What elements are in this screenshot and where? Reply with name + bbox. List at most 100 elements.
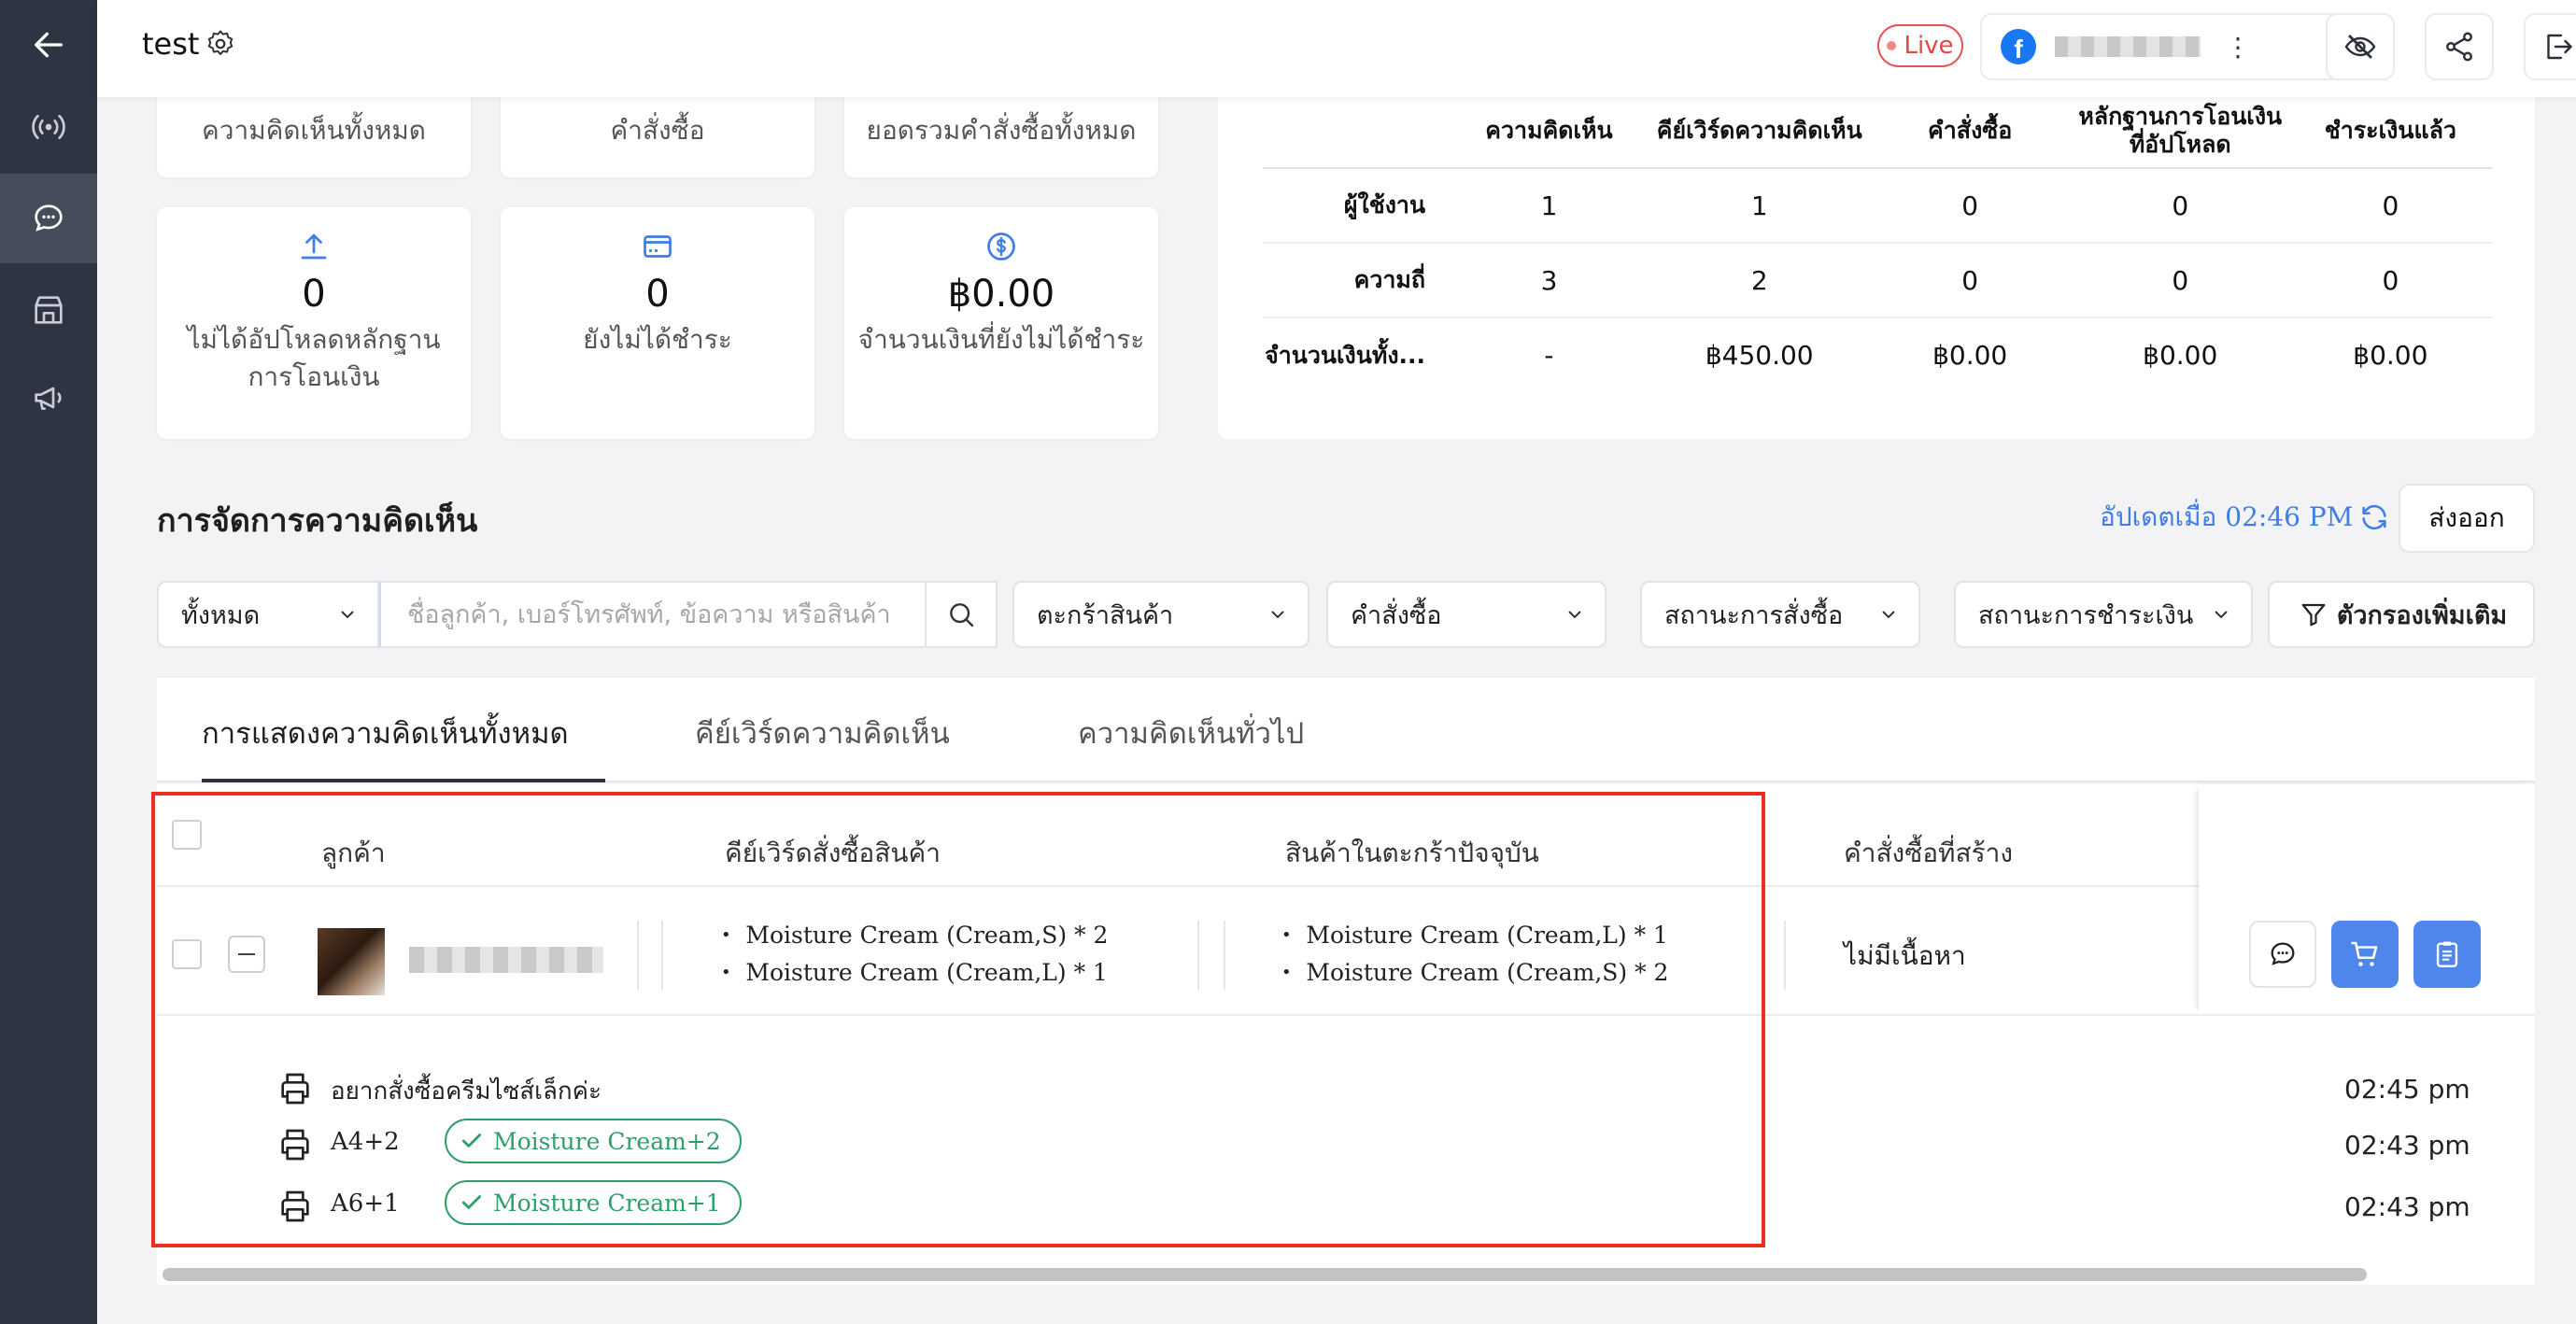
order-status-select[interactable]: สถานะการสั่งซื้อ	[1640, 581, 1920, 648]
stat-label: ความคิดเห็นทั้งหมด	[202, 115, 426, 146]
comment-text: A6+1	[331, 1190, 400, 1218]
summary-cell: 0	[1868, 168, 2072, 244]
comment-text: A4+2	[331, 1128, 400, 1156]
live-dot-icon	[1887, 41, 1897, 50]
collapse-row-button[interactable]	[228, 936, 265, 973]
keyword-match-tag: Moisture Cream+1	[445, 1180, 742, 1225]
back-button[interactable]	[0, 0, 97, 90]
tab-all-comments[interactable]: การแสดงความคิดเห็นทั้งหมด	[202, 710, 569, 756]
row-divider	[157, 1014, 2535, 1016]
tag-label: Moisture Cream+1	[493, 1189, 721, 1217]
cart-list: Moisture Cream (Cream,L) * 1 Moisture Cr…	[1281, 917, 1668, 992]
upload-icon	[301, 233, 327, 260]
stat-label: จำนวนเงินที่ยังไม่ได้ชำระ	[857, 324, 1145, 355]
summary-cell: 2	[1649, 243, 1869, 318]
payment-status-label: สถานะการชำระเงิน	[1978, 600, 2194, 630]
order-filter-select[interactable]: คำสั่งซื้อ	[1326, 581, 1606, 648]
select-all-checkbox[interactable]	[172, 820, 202, 850]
reply-button[interactable]	[2249, 921, 2316, 988]
search-input[interactable]	[381, 583, 926, 646]
chevron-down-icon	[1271, 611, 1284, 619]
column-header-orders: คำสั่งซื้อที่สร้าง	[1844, 838, 2014, 868]
summary-header: ชำระเงินแล้ว	[2288, 93, 2492, 169]
comment-time: 02:43 pm	[2344, 1130, 2470, 1161]
sidebar-item-live[interactable]	[0, 82, 97, 172]
more-vertical-icon[interactable]: ⋮	[2225, 32, 2251, 63]
create-order-button[interactable]	[2413, 921, 2481, 988]
stat-card-unpaid-amount: ฿0.00 จำนวนเงินที่ยังไม่ได้ชำระ	[844, 207, 1158, 439]
store-icon	[35, 296, 63, 324]
chevron-down-icon	[1882, 611, 1895, 619]
facebook-icon: f	[2001, 29, 2036, 64]
stat-label: ยอดรวมคำสั่งซื้อทั้งหมด	[866, 115, 1137, 146]
minus-icon	[238, 953, 255, 955]
live-title: test	[142, 26, 200, 62]
actions-column	[2199, 784, 2535, 1014]
summary-header: คำสั่งซื้อ	[1868, 93, 2072, 169]
check-icon	[461, 1195, 482, 1209]
list-item: Moisture Cream (Cream,S) * 2	[1281, 954, 1668, 992]
printer-icon[interactable]	[276, 1188, 314, 1225]
section-title: การจัดการความคิดเห็น	[157, 502, 478, 540]
stat-label: ไม่ได้อัปโหลดหลักฐาน	[187, 324, 441, 355]
sidebar-item-comments[interactable]	[0, 174, 97, 263]
summary-header-row: ความคิดเห็น คีย์เวิร์ดความคิดเห็น คำสั่ง…	[1263, 93, 2492, 169]
scrollbar-thumb[interactable]	[163, 1268, 2367, 1281]
chevron-down-icon	[341, 611, 354, 619]
clipboard-icon	[2436, 941, 2458, 967]
cart-filter-select[interactable]: ตะกร้าสินค้า	[1012, 581, 1309, 648]
search-icon	[950, 603, 974, 627]
sidebar-item-shop[interactable]	[0, 265, 97, 355]
facebook-account-selector[interactable]: f ⋮	[1980, 13, 2359, 80]
row-checkbox[interactable]	[172, 939, 202, 969]
chevron-down-icon	[1568, 611, 1581, 619]
horizontal-scrollbar[interactable]	[157, 1262, 2535, 1285]
comment-time: 02:45 pm	[2344, 1074, 2470, 1105]
column-divider	[1197, 921, 1199, 990]
column-divider	[1784, 921, 1786, 990]
printer-icon[interactable]	[276, 1126, 314, 1163]
stat-label: ยังไม่ได้ชำระ	[583, 324, 732, 355]
gear-icon[interactable]	[205, 28, 236, 60]
header-divider	[157, 885, 2535, 887]
exit-button[interactable]	[2524, 13, 2576, 80]
payment-status-select[interactable]: สถานะการชำระเงิน	[1954, 581, 2253, 648]
more-filters-button[interactable]: ตัวกรองเพิ่มเติม	[2268, 581, 2535, 648]
search-button[interactable]	[925, 581, 996, 648]
summary-cell: 0	[2288, 168, 2492, 244]
column-divider	[637, 921, 639, 990]
keyword-match-tag: Moisture Cream+2	[445, 1119, 742, 1163]
comments-table: ลูกค้า คีย์เวิร์ดสั่งซื้อสินค้า สินค้าใน…	[157, 784, 2535, 1270]
summary-panel: ความคิดเห็น คีย์เวิร์ดความคิดเห็น คำสั่ง…	[1218, 78, 2535, 439]
stat-card-unpaid: 0 ยังไม่ได้ชำระ	[501, 207, 814, 439]
comment-time: 02:43 pm	[2344, 1191, 2470, 1222]
broadcast-icon	[32, 115, 65, 139]
printer-icon[interactable]	[276, 1070, 314, 1107]
export-button[interactable]: ส่งออก	[2399, 484, 2535, 553]
filter-icon	[2301, 603, 2326, 627]
comment-item: A6+1 Moisture Cream+1 02:43 pm	[157, 1180, 2535, 1236]
list-item: Moisture Cream (Cream,S) * 2	[721, 917, 1108, 954]
tab-keyword-comments[interactable]: คีย์เวิร์ดความคิดเห็น	[695, 710, 950, 756]
live-badge: Live	[1877, 24, 1963, 67]
summary-cell: 1	[1448, 168, 1650, 244]
tag-label: Moisture Cream+2	[493, 1127, 721, 1155]
summary-header: ความคิดเห็น	[1448, 93, 1650, 169]
summary-row-label: ความถี่	[1263, 243, 1449, 318]
eye-off-icon	[2344, 35, 2376, 59]
shopping-cart-icon	[2351, 941, 2378, 966]
share-button[interactable]	[2425, 13, 2494, 80]
summary-cell: -	[1544, 340, 1554, 371]
scope-select[interactable]: ทั้งหมด	[157, 581, 379, 648]
summary-row: ความถี่ 3 2 0 0 0	[1263, 243, 2492, 318]
stat-value: 0	[645, 273, 670, 316]
column-header-cart: สินค้าในตะกร้าปัจจุบัน	[1285, 838, 1539, 868]
hide-button[interactable]	[2326, 13, 2395, 80]
tab-general-comments[interactable]: ความคิดเห็นทั่วไป	[1078, 710, 1304, 756]
add-to-cart-button[interactable]	[2331, 921, 2399, 988]
sidebar-item-marketing[interactable]	[0, 353, 97, 443]
summary-cell: 3	[1448, 243, 1650, 318]
refresh-button[interactable]: อัปเดตเมื่อ 02:46 PM	[2100, 497, 2390, 538]
order-status-label: สถานะการสั่งซื้อ	[1664, 600, 1844, 630]
check-icon	[461, 1134, 482, 1148]
